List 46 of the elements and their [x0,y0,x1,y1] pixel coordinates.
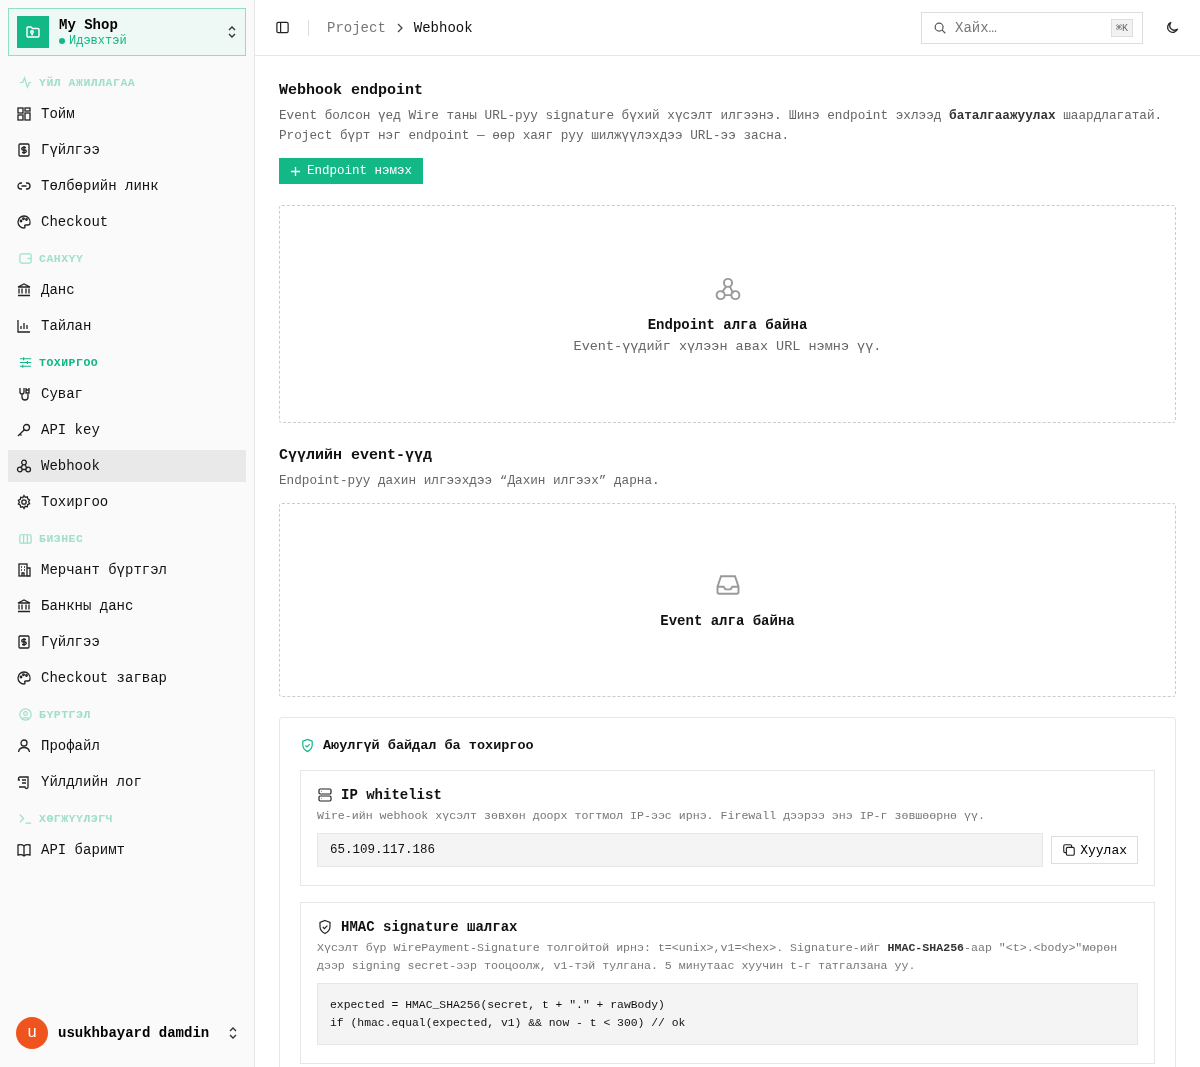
workspace-switcher[interactable]: My Shop Идэвхтэй [8,8,246,56]
code-line: expected = HMAC_SHA256(secret, t + "." + rawBody) [330,998,666,1013]
workspace-name: My Shop [59,16,119,33]
sidebar-item[interactable]: Банкны данс [8,590,246,622]
panel-title: IP whitelist [341,787,442,803]
sidebar-item[interactable]: Тохиргоо [8,486,246,518]
sidebar-item[interactable]: Үйлдлийн лог [8,766,246,798]
section-label: БҮРТГЭЛ [39,707,91,721]
panel-title: HMAC signature шалгах [341,919,518,935]
sidebar-item[interactable]: API баримт [8,834,246,866]
empty-state-title: Endpoint алга байна [647,316,808,333]
sidebar-item[interactable]: Мерчант бүртгэл [8,554,246,586]
section-title: Сүүлийн event-үүд [279,446,434,466]
sidebar-item[interactable]: Гүйлгээ [8,626,246,658]
section-description: Event болсон үед Wire таны URL-руу signature бүхий хүсэлт илгээнэ. Шинэ endpoint эхлээд баталгаажуулах шаардлагатай. Project бүрт нэг endpoint — өөр хаяг руу шилжүүлэхдээ URL-ээ засна. [279,107,1164,145]
empty-state-text: Event-үүдийг хүлээн авах URL нэмнэ үү. [573,338,882,354]
section-label: САНХҮҮ [39,251,84,265]
sidebar-item[interactable]: Суваг [8,378,246,410]
sidebar-item[interactable]: API key [8,414,246,446]
empty-state-title: Event алга байна [660,613,795,629]
sidebar-item[interactable]: Checkout загвар [8,662,246,694]
sidebar-item[interactable]: Профайл [8,730,246,762]
code-line: if (hmac.equal(expected, v1) && now - t < 300) // ok [330,1016,687,1031]
section-label: БИЗНЕС [39,531,84,545]
panel-description: Хүсэлт бүр WirePayment-Signature толгойтой ирнэ: t=<unix>,v1=<hex>. Signature-ийг HMAC-SHA256-аар "<t>.<body>"мөрөн дээр signing secret-ээр тооцоолж, v1-тэй тулгана. 5 минутаас хуучин t-г татгалзана уу. [317,940,1119,974]
section-title: Webhook endpoint [279,81,425,101]
section-label: ХӨГЖҮҮЛЭГЧ [39,811,113,825]
sidebar-item[interactable]: Тойм [8,98,246,130]
sidebar-item[interactable]: Тайлан [8,310,246,342]
avatar: u [16,1017,48,1049]
breadcrumb-link[interactable]: Project [327,19,386,36]
section-label: ҮЙЛ АЖИЛЛАГАА [39,75,136,89]
card-title: Аюулгүй байдал ба тохиргоо [323,738,534,753]
sidebar-item[interactable]: Webhook [8,450,246,482]
section-description: Endpoint-руу дахин илгээхдээ “Дахин илгээх” дарна. [279,472,661,490]
section-label: ТОХИРГОО [39,355,99,369]
user-menu[interactable]: u usukhbayard damdin [8,1011,246,1059]
sidebar-item[interactable]: Төлбөрийн линк [8,170,246,202]
panel-description: Wire-ийн webhook хүсэлт зөвхөн доорх тогтмол IP-ээс ирнэ. Firewall дээрээ энэ IP-г зөвшөөрнө үү. [317,808,986,824]
sidebar-item[interactable]: Данс [8,274,246,306]
ip-address-field[interactable]: 65.109.117.186 [317,833,1044,867]
copy-button[interactable]: Хуулах [1051,836,1138,864]
sidebar-item[interactable]: Checkout [8,206,246,238]
breadcrumb-link[interactable]: Webhook [413,19,473,36]
sidebar-item[interactable]: Гүйлгээ [8,134,246,166]
workspace-status: Идэвхтэй [69,33,127,48]
